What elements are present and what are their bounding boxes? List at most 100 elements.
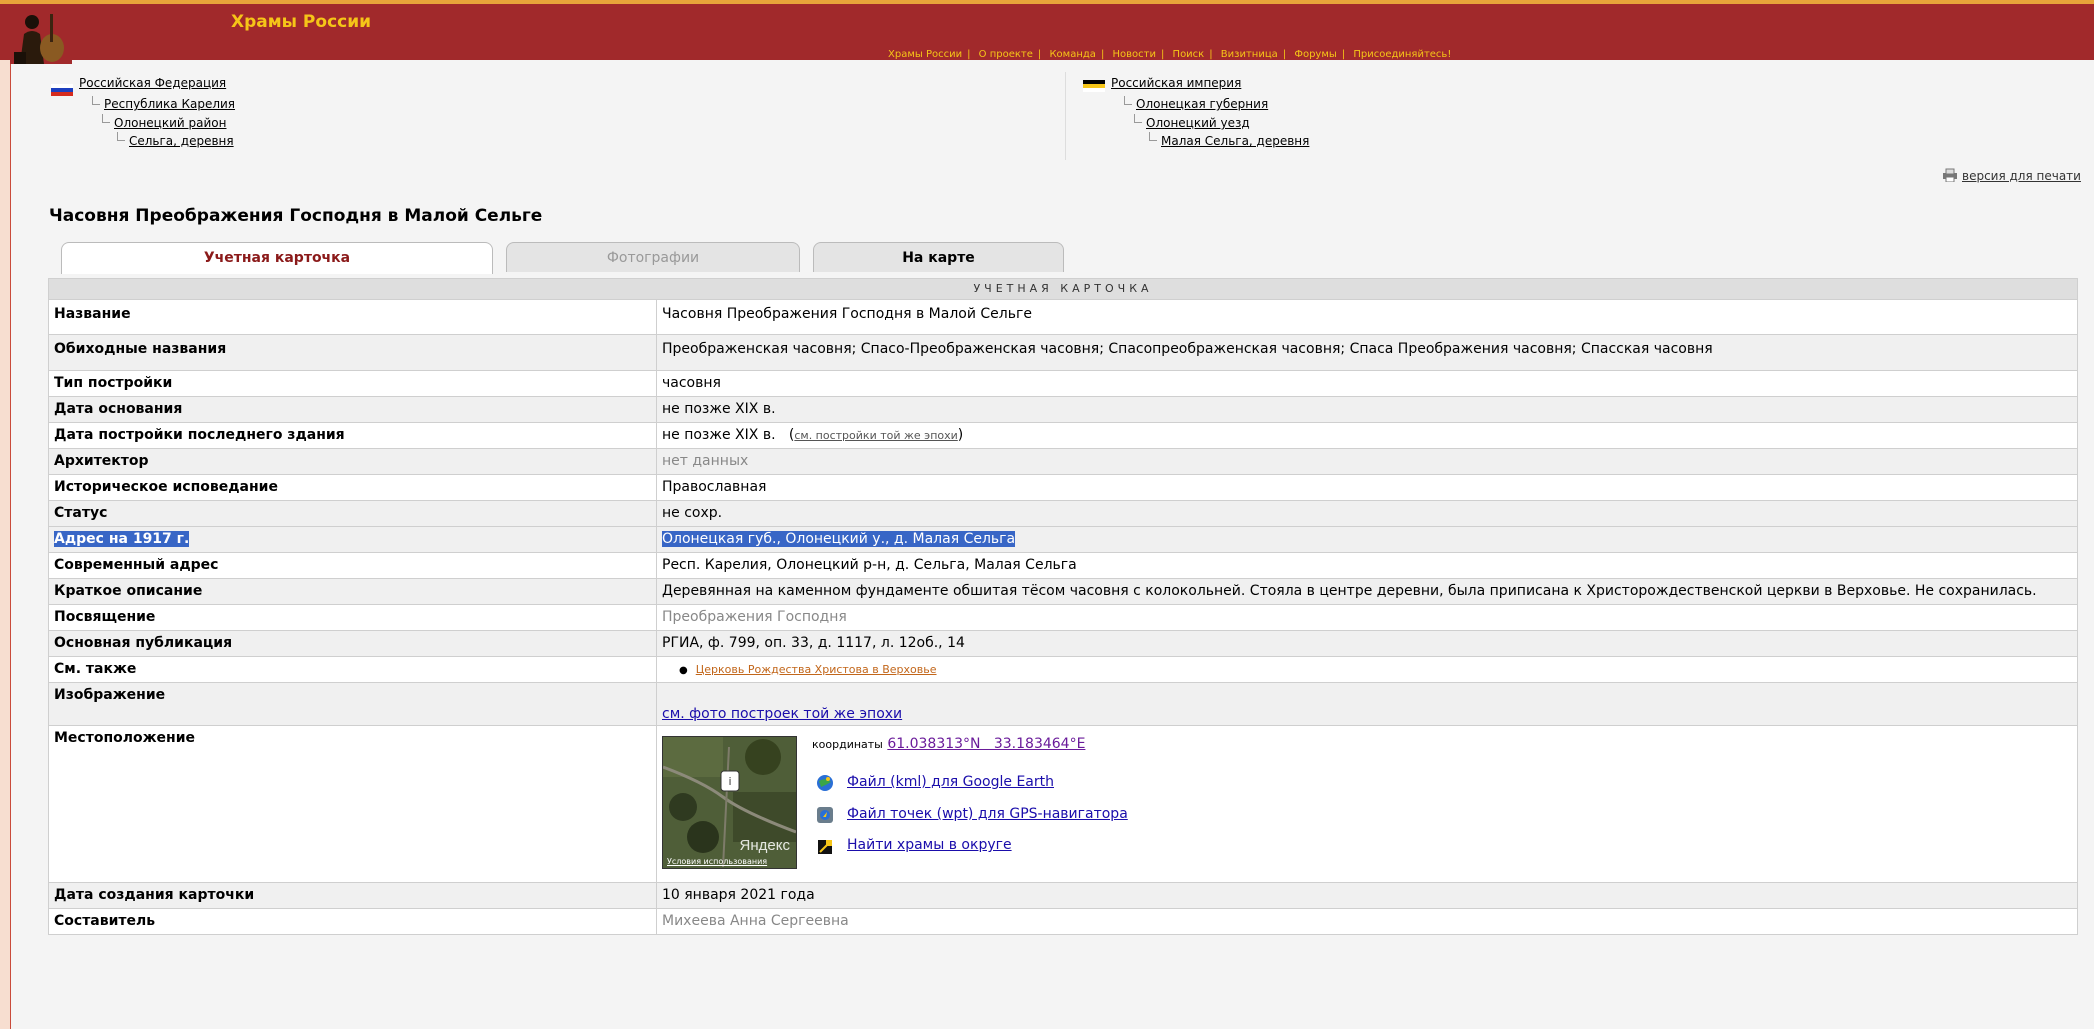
row-value-type: часовня <box>656 370 2078 397</box>
nav-link-forums[interactable]: Форумы <box>1294 49 1336 60</box>
row-label-description: Краткое описание <box>48 578 657 605</box>
row-value-publication: РГИА, ф. 799, оп. 33, д. 1117, л. 12об.,… <box>656 630 2078 657</box>
breadcrumb-district[interactable]: Олонецкий район <box>114 116 226 130</box>
breadcrumb-uezd[interactable]: Олонецкий уезд <box>1146 116 1250 130</box>
row-value-alt-names: Преображенская часовня; Спасо-Преображен… <box>656 334 2078 371</box>
row-value-address-1917: Олонецкая губ., Олонецкий у., д. Малая С… <box>662 531 1016 547</box>
print-version-link[interactable]: версия для печати <box>1962 169 2081 183</box>
nav-link-cards[interactable]: Визитница <box>1221 49 1278 60</box>
location-cell: i Яндекс Условия использования координат… <box>656 725 2078 883</box>
row-label-confession: Историческое исповедание <box>48 474 657 501</box>
table-row: Дата создания карточки 10 января 2021 го… <box>48 882 2078 909</box>
map-brand: Яндекс <box>739 837 790 854</box>
table-row: Изображение см. фото построек той же эпо… <box>48 682 2078 726</box>
top-navigation: Храмы России | О проекте | Команда | Новост… <box>888 49 1452 60</box>
row-value-created: 10 января 2021 года <box>656 882 2078 909</box>
row-value-image-cell: см. фото построек той же эпохи <box>656 682 2078 726</box>
row-value-name: Часовня Преображения Господня в Малой Се… <box>656 299 2078 335</box>
table-row: Дата постройки последнего здания не позж… <box>48 422 2078 449</box>
svg-text:i: i <box>728 775 731 788</box>
nav-link-about[interactable]: О проекте <box>979 49 1033 60</box>
tree-connector <box>1124 96 1132 105</box>
same-era-photos-link[interactable]: см. фото построек той же эпохи <box>662 706 902 722</box>
row-value-dedication: Преображения Господня <box>656 604 2078 631</box>
row-value-author: Михеева Анна Сергеевна <box>656 908 2078 935</box>
row-label-founded: Дата основания <box>48 396 657 423</box>
table-row: Название Часовня Преображения Господня в… <box>48 299 2078 335</box>
site-title[interactable]: Храмы России <box>231 12 371 32</box>
tree-connector <box>1134 114 1142 123</box>
site-header: Храмы России Храмы России | О проекте | Ко… <box>0 0 2094 64</box>
table-row: Дата основания не позже XIX в. <box>48 396 2078 423</box>
coordinates-label: координаты <box>812 738 883 751</box>
page-title: Часовня Преображения Господня в Малой Се… <box>49 206 543 226</box>
row-label-alt-names: Обиходные названия <box>48 334 657 371</box>
logo-icon[interactable] <box>10 8 72 64</box>
print-version: версия для печати <box>1942 168 2081 183</box>
table-row: Основная публикация РГИА, ф. 799, оп. 33… <box>48 630 2078 657</box>
bullet-icon: ● <box>679 665 688 676</box>
row-value-address-1917-cell: Олонецкая губ., Олонецкий у., д. Малая С… <box>656 526 2078 553</box>
row-label-address-1917-cell: Адрес на 1917 г. <box>48 526 657 553</box>
printer-icon[interactable] <box>1942 168 1958 182</box>
row-value-founded: не позже XIX в. <box>656 396 2078 423</box>
map-thumbnail[interactable]: i Яндекс Условия использования <box>662 736 797 869</box>
nearby-churches-link[interactable]: Найти храмы в округе <box>847 837 1012 853</box>
breadcrumb-country[interactable]: Российская Федерация <box>79 76 226 90</box>
table-row: Современный адрес Респ. Карелия, Олонецк… <box>48 552 2078 579</box>
google-earth-icon <box>817 775 833 791</box>
row-label-name: Название <box>48 299 657 335</box>
row-value-architect: нет данных <box>656 448 2078 475</box>
breadcrumb-region[interactable]: Республика Карелия <box>104 97 235 111</box>
row-value-status: не сохр. <box>656 500 2078 527</box>
breadcrumb-divider <box>1065 72 1066 160</box>
table-row: Местоположение i Яндекс Условия использо… <box>48 725 2078 883</box>
row-value-built: не позже XIX в. <box>662 427 776 443</box>
row-value-description: Деревянная на каменном фундаменте обшита… <box>656 578 2078 605</box>
same-era-buildings-link[interactable]: см. постройки той же эпохи <box>794 429 957 442</box>
row-label-address-modern: Современный адрес <box>48 552 657 579</box>
map-terms-link[interactable]: Условия использования <box>667 857 767 866</box>
row-value-address-modern: Респ. Карелия, Олонецкий р-н, д. Сельга,… <box>656 552 2078 579</box>
table-row: Краткое описание Деревянная на каменном … <box>48 578 2078 605</box>
row-label-created: Дата создания карточки <box>48 882 657 909</box>
nav-link-join[interactable]: Присоединяйтесь! <box>1353 49 1451 60</box>
row-label-author: Составитель <box>48 908 657 935</box>
nearby-search-icon <box>818 840 832 854</box>
row-label-status: Статус <box>48 500 657 527</box>
tab-photos[interactable]: Фотографии <box>506 242 800 272</box>
wpt-file-link[interactable]: Файл точек (wpt) для GPS-навигатора <box>847 806 1128 822</box>
table-row: Тип постройки часовня <box>48 370 2078 397</box>
kml-file-link[interactable]: Файл (kml) для Google Earth <box>847 774 1054 790</box>
breadcrumb-empire[interactable]: Российская империя <box>1111 76 1241 90</box>
nav-link-team[interactable]: Команда <box>1049 49 1095 60</box>
breadcrumb-historic-village[interactable]: Малая Сельга, деревня <box>1161 134 1309 148</box>
breadcrumb-governorate[interactable]: Олонецкая губерния <box>1136 97 1268 111</box>
tree-connector <box>1149 132 1157 141</box>
tab-map[interactable]: На карте <box>813 242 1064 272</box>
tab-card[interactable]: Учетная карточка <box>61 242 493 274</box>
row-label-see-also: См. также <box>48 656 657 683</box>
row-label-address-1917: Адрес на 1917 г. <box>54 531 190 547</box>
see-also-link[interactable]: Церковь Рождества Христова в Верховье <box>696 663 937 676</box>
imperial-flag-icon <box>1083 80 1105 92</box>
row-label-type: Тип постройки <box>48 370 657 397</box>
breadcrumb-village[interactable]: Сельга, деревня <box>129 134 234 148</box>
nav-link-home[interactable]: Храмы России <box>888 49 962 60</box>
russia-flag-icon <box>51 84 73 96</box>
row-label-dedication: Посвящение <box>48 604 657 631</box>
table-row: Адрес на 1917 г. Олонецкая губ., Олонецк… <box>48 526 2078 553</box>
table-row: Посвящение Преображения Господня <box>48 604 2078 631</box>
card-caption: УЧЕТНАЯ КАРТОЧКА <box>48 278 2078 300</box>
nav-link-news[interactable]: Новости <box>1113 49 1156 60</box>
row-label-built: Дата постройки последнего здания <box>48 422 657 449</box>
record-card-table: УЧЕТНАЯ КАРТОЧКА Название Часовня Преобр… <box>48 278 2078 935</box>
row-value-built-cell: не позже XIX в. (см. постройки той же эп… <box>656 422 2078 449</box>
tree-connector <box>117 132 125 141</box>
coordinates-link[interactable]: 61.038313°N 33.183464°E <box>887 736 1085 752</box>
row-label-image: Изображение <box>48 682 657 726</box>
row-value-confession: Православная <box>656 474 2078 501</box>
nav-link-search[interactable]: Поиск <box>1173 49 1205 60</box>
table-row: См. также ● Церковь Рождества Христова в … <box>48 656 2078 683</box>
tree-connector <box>92 96 100 105</box>
